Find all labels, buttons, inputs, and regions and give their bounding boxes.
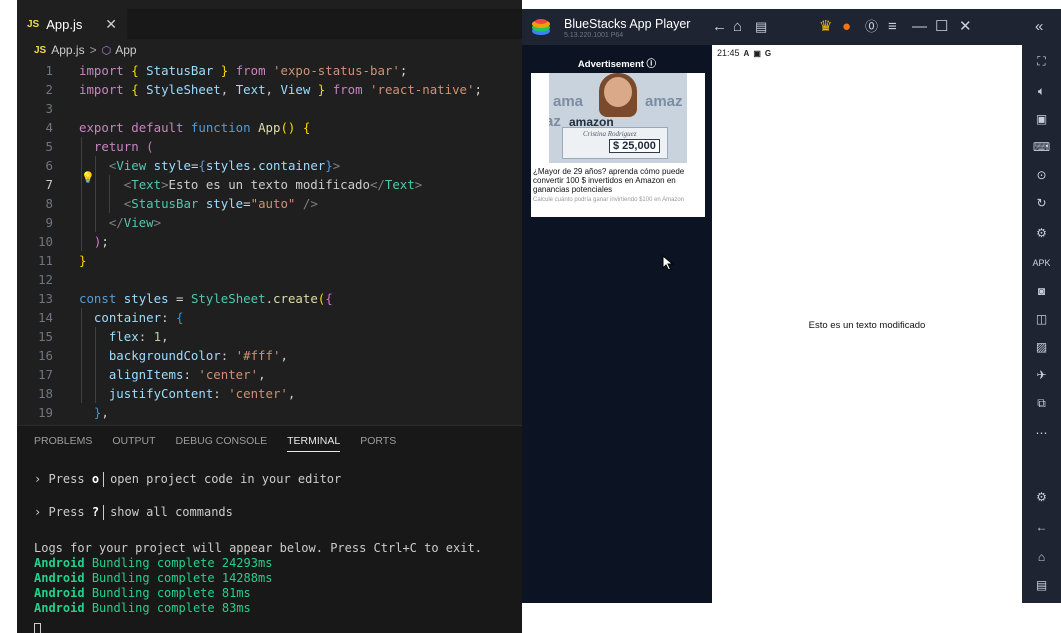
more-options-icon[interactable]: ⋯ xyxy=(1022,425,1061,441)
symbol-method-icon: ⬡ xyxy=(101,44,112,57)
fullscreen-icon[interactable]: ⛶ xyxy=(1022,53,1061,69)
app-title: BlueStacks App Player xyxy=(564,17,691,31)
status-notification-icon: ▣ xyxy=(753,48,761,58)
mouse-pointer-icon xyxy=(662,255,674,271)
volume-icon[interactable]: 🔈︎ xyxy=(1022,83,1061,99)
media-player-icon[interactable]: ▣ xyxy=(1022,111,1061,127)
javascript-file-icon: JS xyxy=(27,18,40,30)
terminal-line: Android Bundling complete 24293ms xyxy=(34,556,273,570)
status-google-icon: G xyxy=(764,48,772,58)
multi-instance-icon[interactable]: ⧉ xyxy=(1022,395,1061,411)
tab-problems[interactable]: PROBLEMS xyxy=(34,435,92,452)
recent-apps-icon[interactable]: ▤ xyxy=(755,18,767,36)
android-back-icon[interactable]: ← xyxy=(1022,519,1061,535)
editor-tab-bar: JS App.js ✕ xyxy=(17,9,522,39)
game-controls-icon[interactable]: ⚙ xyxy=(1022,225,1061,241)
breadcrumb-separator: > xyxy=(89,43,97,57)
terminal-line: Android Bundling complete 83ms xyxy=(34,601,251,615)
bluestacks-body: Advertisement ⓘ ama amaz az amazon Crist… xyxy=(522,45,1061,633)
install-apk-icon[interactable]: APK xyxy=(1022,255,1061,271)
android-screen[interactable]: 21:45 A ▣ G Esto es un texto modificado xyxy=(712,45,1022,603)
vscode-window: JS App.js ✕ JS App.js > ⬡ App 💡 1 import … xyxy=(17,0,522,633)
terminal-line: Android Bundling complete 81ms xyxy=(34,586,251,600)
screen-record-icon[interactable]: ◫ xyxy=(1022,311,1061,327)
status-app-icon: A xyxy=(743,48,750,58)
close-tab-icon[interactable]: ✕ xyxy=(105,16,117,33)
ad-image: ama amaz az amazon Cristina Rodriguez $ … xyxy=(549,73,687,163)
bluestacks-title-bar: BlueStacks App Player 5.13.220.1001 P64 … xyxy=(522,9,1061,45)
media-manager-icon[interactable]: ▨ xyxy=(1022,339,1061,355)
app-text: Esto es un texto modificado xyxy=(808,320,926,331)
status-time: 21:45 xyxy=(717,48,740,58)
android-status-bar: 21:45 A ▣ G xyxy=(717,48,771,58)
terminal-line: › Press ? show all commands xyxy=(34,505,233,520)
app-version: 5.13.220.1001 P64 xyxy=(564,32,624,39)
terminal-line: Logs for your project will appear below.… xyxy=(34,541,482,555)
airplane-mode-icon[interactable]: ✈ xyxy=(1022,367,1061,383)
tab-label: App.js xyxy=(46,16,83,32)
maximize-icon[interactable]: ☐ xyxy=(935,18,948,36)
terminal-line: › Press o open project code in your edito… xyxy=(34,472,342,487)
bluestacks-sidebar: ⛶ 🔈︎ ▣ ⌨ ⊙ ↻ ⚙ APK ◙ ◫ ▨ ✈ ⧉ ⋯ ⚙ ← ⌂ ▤ xyxy=(1022,45,1061,603)
android-home-icon[interactable]: ⌂ xyxy=(1022,549,1061,565)
bluestacks-logo-icon xyxy=(532,19,550,35)
back-arrow-icon[interactable]: ← xyxy=(712,18,727,36)
terminal-output[interactable]: › Press o open project code in your edito… xyxy=(34,472,482,633)
tab-ports[interactable]: PORTS xyxy=(360,435,396,452)
panel-tabs: PROBLEMS OUTPUT DEBUG CONSOLE TERMINAL P… xyxy=(34,435,396,452)
crown-icon[interactable]: ♛ xyxy=(819,18,832,36)
settings-icon[interactable]: ⚙ xyxy=(1022,489,1061,505)
shield-badge-icon[interactable]: ● xyxy=(842,18,851,36)
collapse-sidebar-icon[interactable]: « xyxy=(1035,18,1043,36)
close-window-icon[interactable]: ✕ xyxy=(959,18,972,36)
menu-icon[interactable]: ≡ xyxy=(888,18,897,36)
person-face xyxy=(604,77,632,107)
breadcrumb-symbol[interactable]: App xyxy=(115,43,136,57)
keyboard-icon[interactable]: ⌨ xyxy=(1022,139,1061,155)
bottom-panel: PROBLEMS OUTPUT DEBUG CONSOLE TERMINAL P… xyxy=(17,425,522,633)
terminal-line: Android Bundling complete 14288ms xyxy=(34,571,273,585)
ad-subtext: Calcule cuánto podría ganar invirtiendo … xyxy=(533,197,685,203)
ad-check: Cristina Rodriguez $ 25,000 xyxy=(562,127,668,159)
help-icon[interactable]: ⓪ xyxy=(865,18,878,36)
tab-output[interactable]: OUTPUT xyxy=(112,435,155,452)
ad-headline[interactable]: ¿Mayor de 29 años? aprenda cómo puede co… xyxy=(533,167,703,194)
breadcrumb-file[interactable]: App.js xyxy=(51,43,84,57)
ad-label: Advertisement ⓘ xyxy=(577,59,657,70)
android-recents-icon[interactable]: ▤ xyxy=(1022,577,1061,593)
macro-play-icon[interactable]: ⊙ xyxy=(1022,167,1061,183)
code-editor[interactable]: 💡 1 import { StatusBar } from 'expo-statu… xyxy=(17,61,522,425)
bluestacks-window: BlueStacks App Player 5.13.220.1001 P64 … xyxy=(522,9,1061,633)
javascript-file-icon: JS xyxy=(34,44,47,56)
ad-amount: $ 25,000 xyxy=(609,139,660,153)
minimize-icon[interactable]: — xyxy=(912,18,927,36)
tab-terminal[interactable]: TERMINAL xyxy=(287,435,341,452)
ad-panel: Advertisement ⓘ ama amaz az amazon Crist… xyxy=(522,45,712,603)
terminal-cursor xyxy=(34,623,41,633)
home-icon[interactable]: ⌂ xyxy=(733,18,742,36)
ad-signer: Cristina Rodriguez xyxy=(583,130,637,138)
ad-card[interactable]: ama amaz az amazon Cristina Rodriguez $ … xyxy=(531,73,705,217)
rotate-icon[interactable]: ↻ xyxy=(1022,195,1061,211)
breadcrumb: JS App.js > ⬡ App xyxy=(34,40,137,60)
tab-app-js[interactable]: JS App.js ✕ xyxy=(17,9,127,39)
tab-debug-console[interactable]: DEBUG CONSOLE xyxy=(176,435,268,452)
screenshot-icon[interactable]: ◙ xyxy=(1022,283,1061,299)
